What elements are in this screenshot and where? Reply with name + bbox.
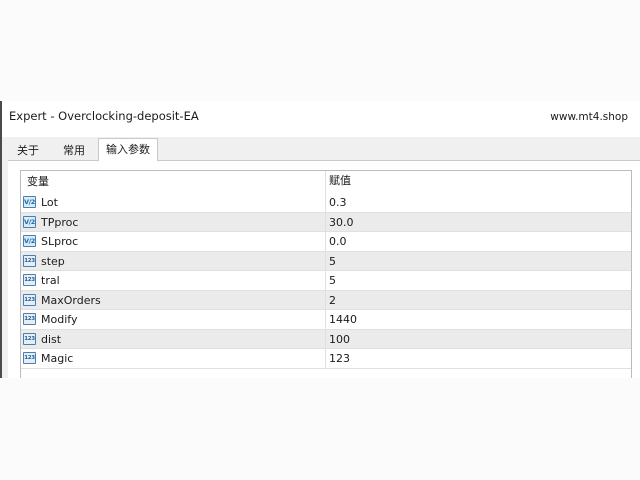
parameters-table: 变量 赋值 V/2 Lot 0.3 V/2 TPproc 30.0 V/2 SLproc 0.0… [20,170,632,378]
value-cell[interactable]: 123 [329,349,350,368]
tab-input-parameters[interactable]: 输入参数 [98,138,158,161]
variable-cell: V/2 SLproc [21,232,326,251]
value-cell[interactable]: 5 [329,271,336,290]
variable-name: MaxOrders [41,293,101,307]
variable-cell: 123 dist [21,329,326,348]
integer-type-icon: 123 [23,332,36,345]
table-row[interactable]: 123 Modify 1440 [21,310,631,330]
table-row[interactable]: V/2 SLproc 0.0 [21,232,631,252]
variable-name: SLproc [41,235,79,248]
variable-cell: V/2 Lot [21,193,326,212]
variable-name: dist [41,332,62,346]
variable-name: TPproc [41,215,79,229]
integer-type-icon: 123 [23,313,36,325]
value-cell[interactable]: 100 [329,330,350,349]
variable-cell: 123 Magic [21,349,326,368]
value-cell[interactable]: 1440 [329,310,357,329]
variable-cell: 123 tral [21,271,326,290]
tab-common[interactable]: 常用 [54,141,94,161]
double-type-icon: V/2 [23,215,36,228]
value-cell[interactable]: 0.3 [329,193,347,212]
table-row[interactable]: 123 Magic 123 [21,349,631,369]
variable-name: Modify [41,313,78,326]
variable-cell: 123 Modify [21,310,326,329]
integer-type-icon: 123 [23,274,36,286]
value-cell[interactable]: 0.0 [329,232,347,251]
integer-type-icon: 123 [23,293,36,306]
title-bar[interactable]: Expert - Overclocking-deposit-EA www.mt4… [2,101,640,137]
variable-name: step [41,254,65,268]
table-row[interactable]: 123 dist 100 [21,329,631,349]
variable-name: Lot [41,196,58,209]
variable-cell: 123 MaxOrders [21,290,326,309]
value-cell[interactable]: 2 [329,291,336,310]
expert-properties-dialog: Expert - Overclocking-deposit-EA www.mt4… [0,101,640,378]
window-title: Expert - Overclocking-deposit-EA [9,109,199,123]
column-header-variable[interactable]: 变量 [21,171,326,193]
variable-cell: V/2 TPproc [21,212,326,231]
table-row[interactable]: 123 tral 5 [21,271,631,291]
integer-type-icon: 123 [23,254,36,267]
value-cell[interactable]: 5 [329,252,336,271]
table-header: 变量 赋值 [21,171,631,193]
double-type-icon: V/2 [23,196,36,208]
integer-type-icon: 123 [23,352,36,364]
tab-bar: 关于 常用 输入参数 [2,137,640,161]
value-cell[interactable]: 30.0 [329,213,354,232]
variable-cell: 123 step [21,251,326,270]
column-header-value[interactable]: 赋值 [329,171,351,193]
table-row[interactable]: 123 step 5 [21,251,631,271]
tab-about[interactable]: 关于 [10,141,46,161]
column-header-variable-label: 变量 [27,175,49,188]
table-row[interactable]: V/2 TPproc 30.0 [21,212,631,232]
table-row[interactable]: 123 MaxOrders 2 [21,290,631,310]
variable-name: Magic [41,352,74,365]
variable-name: tral [41,274,60,287]
double-type-icon: V/2 [23,235,36,247]
watermark-text: www.mt4.shop [550,111,628,123]
table-row[interactable]: V/2 Lot 0.3 [21,193,631,213]
tab-panel: 变量 赋值 V/2 Lot 0.3 V/2 TPproc 30.0 V/2 SLproc 0.0… [8,160,640,378]
